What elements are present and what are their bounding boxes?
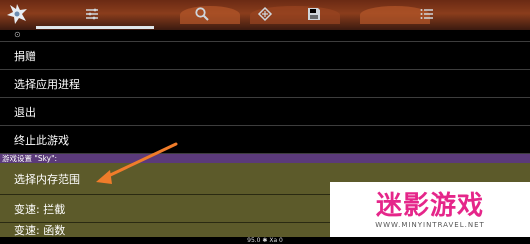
menu-item-donate[interactable]: 捐赠 bbox=[0, 42, 530, 70]
help-icon: ⊙ bbox=[14, 30, 21, 39]
menu-item-label: 退出 bbox=[14, 105, 36, 119]
app-logo-icon[interactable] bbox=[4, 1, 30, 27]
menu-item-label: 捐赠 bbox=[14, 49, 36, 63]
toolbar bbox=[0, 0, 530, 29]
menu-item-label: 变速: 函数 bbox=[14, 224, 66, 237]
watermark-title: 迷影游戏 bbox=[375, 190, 484, 221]
menu-item-label: 选择应用进程 bbox=[14, 77, 80, 91]
menu-item-kill-game[interactable]: 终止此游戏 bbox=[0, 126, 530, 154]
save-icon[interactable] bbox=[304, 4, 324, 24]
menu-item-label: 终止此游戏 bbox=[14, 133, 69, 147]
watermark: 迷影游戏 WWW.MINYINTRAVEL.NET bbox=[330, 182, 530, 237]
menu-item-partial-top[interactable]: ⊙ bbox=[0, 30, 530, 42]
watermark-url: WWW.MINYINTRAVEL.NET bbox=[375, 220, 485, 229]
list-icon[interactable] bbox=[417, 4, 437, 24]
menu-item-select-process[interactable]: 选择应用进程 bbox=[0, 70, 530, 98]
active-tab-indicator bbox=[36, 26, 154, 29]
menu-item-exit[interactable]: 退出 bbox=[0, 98, 530, 126]
status-bar: 95.0 ✱ Xa 0 bbox=[0, 237, 530, 244]
search-icon[interactable] bbox=[192, 4, 212, 24]
game-settings-header: 游戏设置 "Sky": bbox=[0, 154, 530, 163]
menu-item-label: 变速: 拦截 bbox=[14, 202, 66, 216]
menu-item-label: 选择内存范围 bbox=[14, 172, 80, 186]
edit-value-icon[interactable] bbox=[255, 4, 275, 24]
settings-sliders-icon[interactable] bbox=[82, 4, 102, 24]
